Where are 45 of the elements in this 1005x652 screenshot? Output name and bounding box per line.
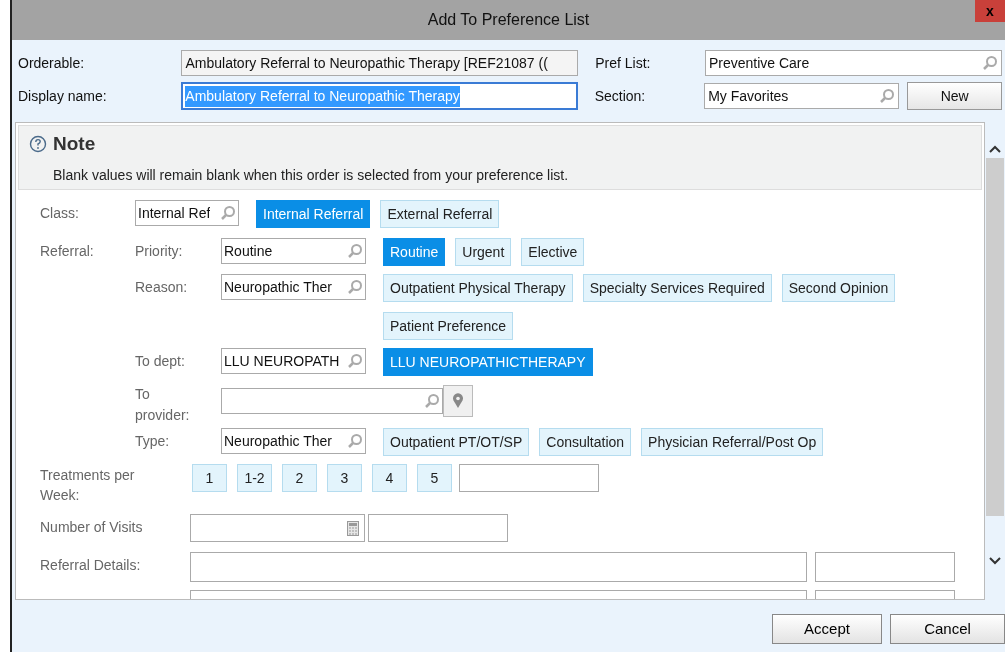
field-label: To provider: bbox=[135, 385, 191, 425]
option-button[interactable]: 1 bbox=[192, 464, 227, 492]
option-button[interactable]: Specialty Services Required bbox=[582, 274, 772, 302]
window-title: Add To Preference List bbox=[427, 10, 590, 30]
field-label: Section: bbox=[594, 86, 647, 106]
option-button[interactable]: 3 bbox=[327, 464, 362, 492]
field-label: Reason: bbox=[135, 278, 189, 297]
lookup-field[interactable]: Neuropathic Ther bbox=[221, 428, 366, 454]
lookup-field[interactable]: Routine bbox=[221, 238, 366, 264]
close-button[interactable]: x bbox=[975, 0, 1005, 22]
search-field[interactable]: Preventive Care bbox=[704, 50, 1002, 76]
field-label: Pref List: bbox=[595, 53, 652, 73]
field-label: Display name: bbox=[18, 86, 108, 106]
cancel-button[interactable]: Cancel bbox=[890, 614, 1005, 644]
option-button[interactable]: 1-2 bbox=[237, 464, 272, 492]
option-button[interactable]: Physician Referral/Post Op bbox=[641, 428, 824, 456]
option-button[interactable]: Consultation bbox=[539, 428, 632, 456]
field-label: Referral: bbox=[40, 242, 95, 261]
note-title: Note bbox=[53, 132, 96, 156]
field-label: Type: bbox=[135, 432, 171, 451]
option-button[interactable]: Patient Preference bbox=[383, 312, 513, 340]
option-button[interactable]: Urgent bbox=[455, 238, 512, 266]
field-label: Orderable: bbox=[18, 53, 86, 73]
option-button[interactable]: Elective bbox=[521, 238, 585, 266]
field-label: Class: bbox=[40, 204, 80, 223]
note-text: Blank values will remain blank when this order is selected from your preference list. bbox=[53, 165, 570, 185]
accept-button[interactable]: Accept bbox=[772, 614, 882, 644]
option-button[interactable]: Outpatient Physical Therapy bbox=[383, 274, 573, 302]
lookup-field[interactable]: Internal Ref bbox=[135, 200, 239, 226]
field-label: Referral Details: bbox=[40, 556, 142, 575]
field-label: To dept: bbox=[135, 352, 186, 371]
lookup-field[interactable]: Neuropathic Ther bbox=[221, 274, 366, 300]
option-button[interactable]: Outpatient PT/OT/SP bbox=[383, 428, 530, 456]
search-field[interactable]: My Favorites bbox=[704, 83, 900, 109]
option-button[interactable]: External Referral bbox=[380, 200, 500, 228]
option-button[interactable]: Second Opinion bbox=[781, 274, 896, 302]
option-button[interactable]: 2 bbox=[282, 464, 317, 492]
option-button[interactable]: 4 bbox=[372, 464, 407, 492]
field-label: Priority: bbox=[135, 242, 184, 261]
field-label: Treatments per Week: bbox=[40, 466, 136, 505]
field-label: Number of Visits bbox=[40, 518, 144, 537]
new-button[interactable]: New bbox=[907, 82, 1002, 110]
lookup-field[interactable]: LLU NEUROPATH bbox=[221, 348, 366, 374]
option-button[interactable]: 5 bbox=[417, 464, 452, 492]
orderable-field[interactable]: Ambulatory Referral to Neuropathic Therapy [REF21087 (( bbox=[181, 50, 579, 76]
